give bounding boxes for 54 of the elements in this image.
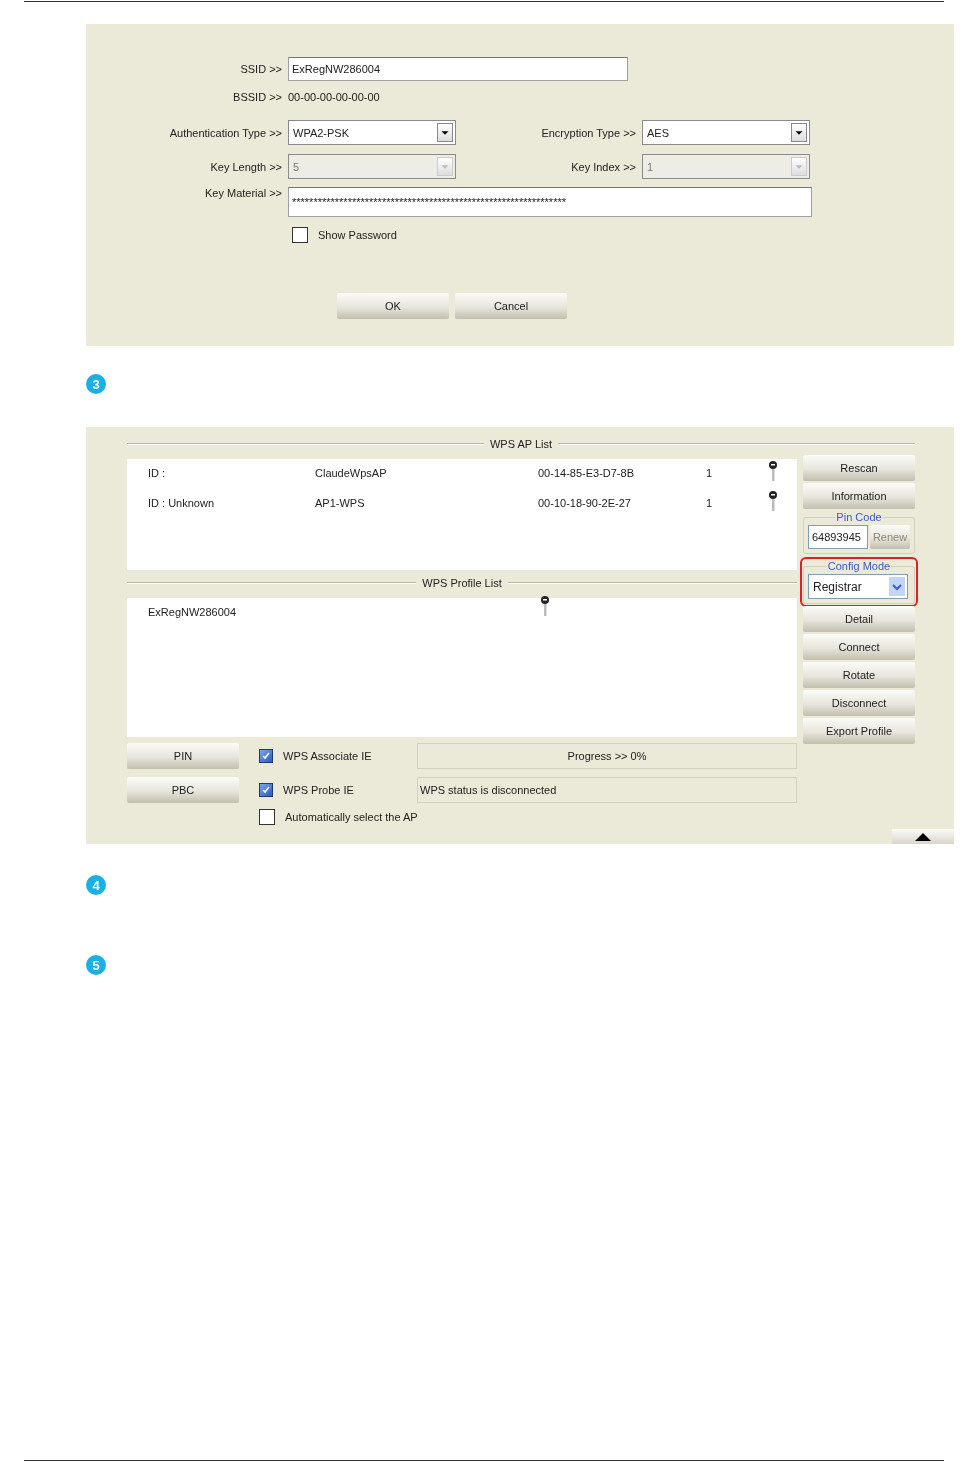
list-cell-text: 00-14-85-E3-D7-8B xyxy=(538,467,635,479)
list-cell-text: 1 xyxy=(706,467,714,479)
checkbox-label: WPS Probe IE xyxy=(283,784,354,796)
field-label: Authentication Type >> xyxy=(169,126,282,139)
pin-button[interactable]: PIN xyxy=(127,743,239,769)
section-title: WPS Profile List xyxy=(422,576,502,589)
field-label: BSSID >> xyxy=(233,91,282,103)
field-label: Encryption Type >> xyxy=(541,126,636,139)
side-button[interactable]: Information xyxy=(803,483,915,509)
key-icon xyxy=(768,491,778,513)
checkbox[interactable] xyxy=(259,783,273,797)
readout-field: Progress >> 0% xyxy=(417,743,797,769)
side-button[interactable]: Rescan xyxy=(803,455,915,481)
status-field: WPS status is disconnected xyxy=(417,777,797,803)
list-cell-text: ClaudeWpsAP xyxy=(315,467,388,479)
list-cell-text: AP1-WPS xyxy=(315,497,366,509)
section-title: WPS AP List xyxy=(489,437,553,450)
side-button[interactable]: Rotate xyxy=(803,662,915,688)
up-arrow-icon xyxy=(915,832,931,841)
list-cell-text: ID : xyxy=(148,467,167,479)
list-cell-text: ID : Unknown xyxy=(148,497,216,509)
step-marker: 4 xyxy=(86,875,106,895)
dialog-button[interactable]: OK xyxy=(337,293,449,319)
checkbox-label: Automatically select the AP xyxy=(285,811,418,823)
ssid-input[interactable]: ExRegNW286004 xyxy=(288,57,628,81)
group-title: Pin Code xyxy=(835,511,883,523)
checkbox-label: Show Password xyxy=(318,229,397,241)
config-mode-dropdown[interactable]: Registrar xyxy=(808,574,908,599)
checkbox[interactable] xyxy=(292,227,308,243)
side-button[interactable]: Export Profile xyxy=(803,718,915,744)
step-marker: 3 xyxy=(86,374,106,394)
group-title: Config Mode xyxy=(826,560,892,572)
list-cell-text: ExRegNW286004 xyxy=(148,606,238,620)
side-button[interactable]: Connect xyxy=(803,634,915,660)
dialog-button[interactable]: Cancel xyxy=(455,293,567,319)
key-material-input[interactable]: **************************************************************** xyxy=(288,187,812,217)
side-button[interactable]: Disconnect xyxy=(803,690,915,716)
dropdown-field[interactable]: WPA2-PSK xyxy=(288,120,456,145)
pbc-button[interactable]: PBC xyxy=(127,777,239,803)
pin-code-input[interactable]: 64893945 xyxy=(808,525,868,549)
list-cell-text: 1 xyxy=(706,497,714,509)
bssid-value: 00-00-00-00-00-00 xyxy=(288,91,381,103)
field-label: Key Length >> xyxy=(210,160,282,173)
checkbox-label: WPS Associate IE xyxy=(283,750,372,762)
side-button[interactable]: Detail xyxy=(803,606,915,632)
list-cell-text: 00-10-18-90-2E-27 xyxy=(538,497,632,509)
field-label: Key Material >> xyxy=(204,187,282,199)
dropdown-field[interactable]: AES xyxy=(642,120,810,145)
collapse-button[interactable] xyxy=(892,829,954,844)
step-marker: 5 xyxy=(86,955,106,975)
field-label: Key Index >> xyxy=(571,160,636,173)
field-label: SSID >> xyxy=(240,63,282,75)
checkbox[interactable] xyxy=(259,749,273,763)
checkbox[interactable] xyxy=(259,809,275,825)
